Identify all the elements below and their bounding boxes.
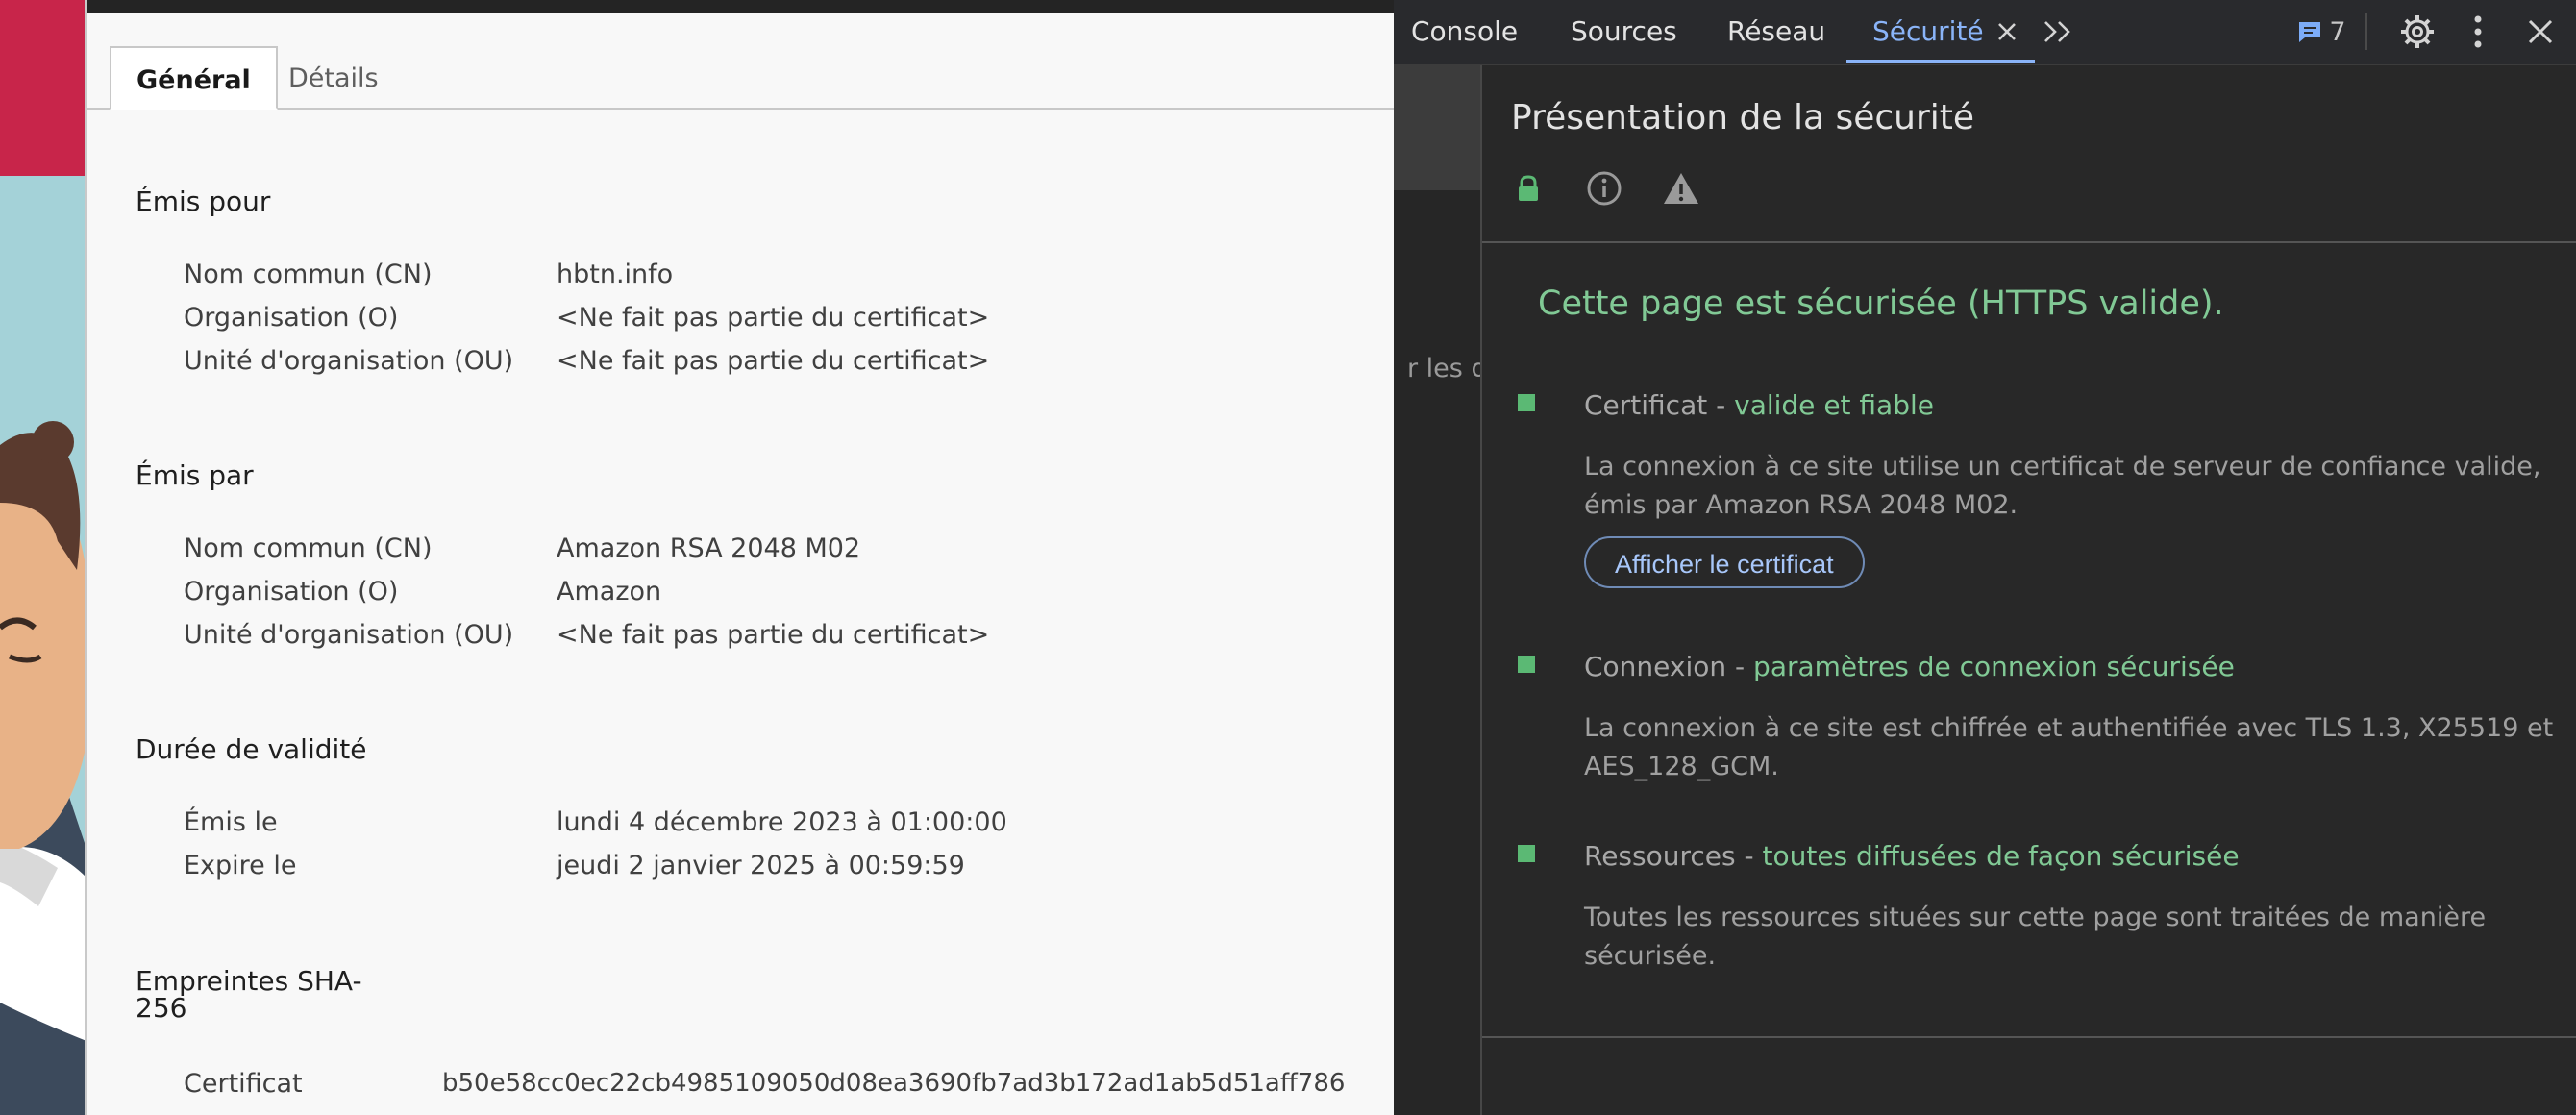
connection-item-title: Connexion - paramètres de connexion sécu… (1584, 651, 2235, 682)
certificate-label: Certificat (1584, 389, 1708, 421)
resources-description: Toutes les ressources situées sur cette … (1584, 903, 2487, 971)
resources-status: toutes diffusées de façon sécurisée (1762, 840, 2240, 872)
issues-icon (2299, 22, 2321, 42)
connection-description: La connexion à ce site est chiffrée et a… (1584, 713, 2554, 781)
tab-security[interactable]: Sécurité (1872, 0, 1984, 63)
toolbar-separator (2365, 13, 2367, 50)
issued-by-ou-value: <Ne fait pas partie du certificat> (557, 620, 990, 650)
issued-to-cn-value: hbtn.info (557, 260, 674, 289)
resources-separator: - (1735, 840, 1763, 872)
section-divider (1482, 241, 2576, 243)
expires-on-label: Expire le (184, 851, 297, 880)
fingerprint-cert-value: b50e58cc0ec22cb4985109050d08ea3690fb7ad3… (442, 1069, 1346, 1098)
issued-on-label: Émis le (184, 807, 278, 837)
issues-count: 7 (2329, 16, 2346, 47)
lock-icon[interactable] (1509, 169, 1548, 208)
tab-console[interactable]: Console (1411, 0, 1518, 63)
kebab-menu-icon[interactable] (2459, 0, 2497, 63)
warning-icon[interactable] (1662, 169, 1700, 208)
security-overview: Présentation de la sécurité Cette page e… (1482, 65, 2576, 1115)
issued-on-value: lundi 4 décembre 2023 à 01:00:00 (557, 807, 1007, 837)
certificate-viewer-dialog: Général Détails Émis pour Nom commun (CN… (85, 0, 1396, 1115)
secure-page-heading: Cette page est sécurisée (HTTPS valide). (1538, 285, 2224, 323)
devtools-toolbar: Console Sources Réseau Sécurité 7 (1394, 0, 2576, 66)
connection-separator: - (1726, 651, 1754, 682)
view-certificate-button[interactable]: Afficher le certificat (1584, 536, 1865, 588)
certificate-description: La connexion à ce site utilise un certif… (1584, 452, 2541, 520)
issued-by-o-label: Organisation (O) (184, 577, 399, 607)
devtools-panel: Console Sources Réseau Sécurité 7 r les … (1394, 0, 2576, 1115)
tab-details[interactable]: Détails (263, 46, 404, 108)
connection-status-dot (1518, 656, 1535, 673)
issues-button[interactable]: 7 (2288, 0, 2355, 63)
issued-to-ou-value: <Ne fait pas partie du certificat> (557, 346, 990, 376)
certificate-tabs: Général Détails (87, 46, 1396, 110)
tab-general[interactable]: Général (110, 46, 278, 110)
more-tabs-icon[interactable] (2038, 0, 2080, 63)
certificate-status-dot (1518, 394, 1535, 411)
tab-sources[interactable]: Sources (1571, 0, 1677, 63)
issued-by-heading: Émis par (136, 459, 254, 491)
fingerprint-cert-label: Certificat (184, 1069, 303, 1099)
expires-on-value: jeudi 2 janvier 2025 à 00:59:59 (557, 851, 965, 880)
fingerprints-heading-line2: 256 (136, 992, 187, 1024)
illustration-person (0, 176, 87, 1115)
issued-by-cn-value: Amazon RSA 2048 M02 (557, 533, 861, 563)
background-webpage (0, 0, 87, 1115)
validity-heading: Durée de validité (136, 733, 367, 765)
close-tab-icon[interactable] (1990, 0, 2024, 63)
resources-item-title: Ressources - toutes diffusées de façon s… (1584, 840, 2240, 872)
bottom-divider (1482, 1036, 2576, 1038)
tab-network[interactable]: Réseau (1727, 0, 1825, 63)
close-icon[interactable] (2516, 0, 2564, 63)
issued-to-ou-label: Unité d'organisation (OU) (184, 346, 514, 376)
fingerprints-heading: Empreintes SHA- 256 (136, 966, 362, 1024)
info-icon[interactable] (1585, 169, 1623, 208)
dialog-title-bar (87, 0, 1396, 13)
security-overview-title: Présentation de la sécurité (1511, 98, 1975, 137)
resources-label: Ressources (1584, 840, 1736, 872)
issued-by-o-value: Amazon (557, 577, 662, 607)
certificate-status: valide et fiable (1734, 389, 1934, 421)
issued-to-cn-label: Nom commun (CN) (184, 260, 433, 289)
issued-to-o-value: <Ne fait pas partie du certificat> (557, 303, 990, 333)
resources-status-dot (1518, 845, 1535, 862)
issued-to-heading: Émis pour (136, 186, 271, 217)
settings-icon[interactable] (2389, 0, 2446, 63)
security-sidebar: r les dé (1394, 65, 1503, 1115)
certificate-separator: - (1707, 389, 1735, 421)
issued-by-cn-label: Nom commun (CN) (184, 533, 433, 563)
connection-status: paramètres de connexion sécurisée (1753, 651, 2235, 682)
certificate-item-title: Certificat - valide et fiable (1584, 389, 1934, 421)
background-header-band (0, 0, 87, 176)
issued-by-ou-label: Unité d'organisation (OU) (184, 620, 514, 650)
sidebar-selected-origin[interactable] (1394, 65, 1480, 190)
issued-to-o-label: Organisation (O) (184, 303, 399, 333)
connection-label: Connexion (1584, 651, 1727, 682)
